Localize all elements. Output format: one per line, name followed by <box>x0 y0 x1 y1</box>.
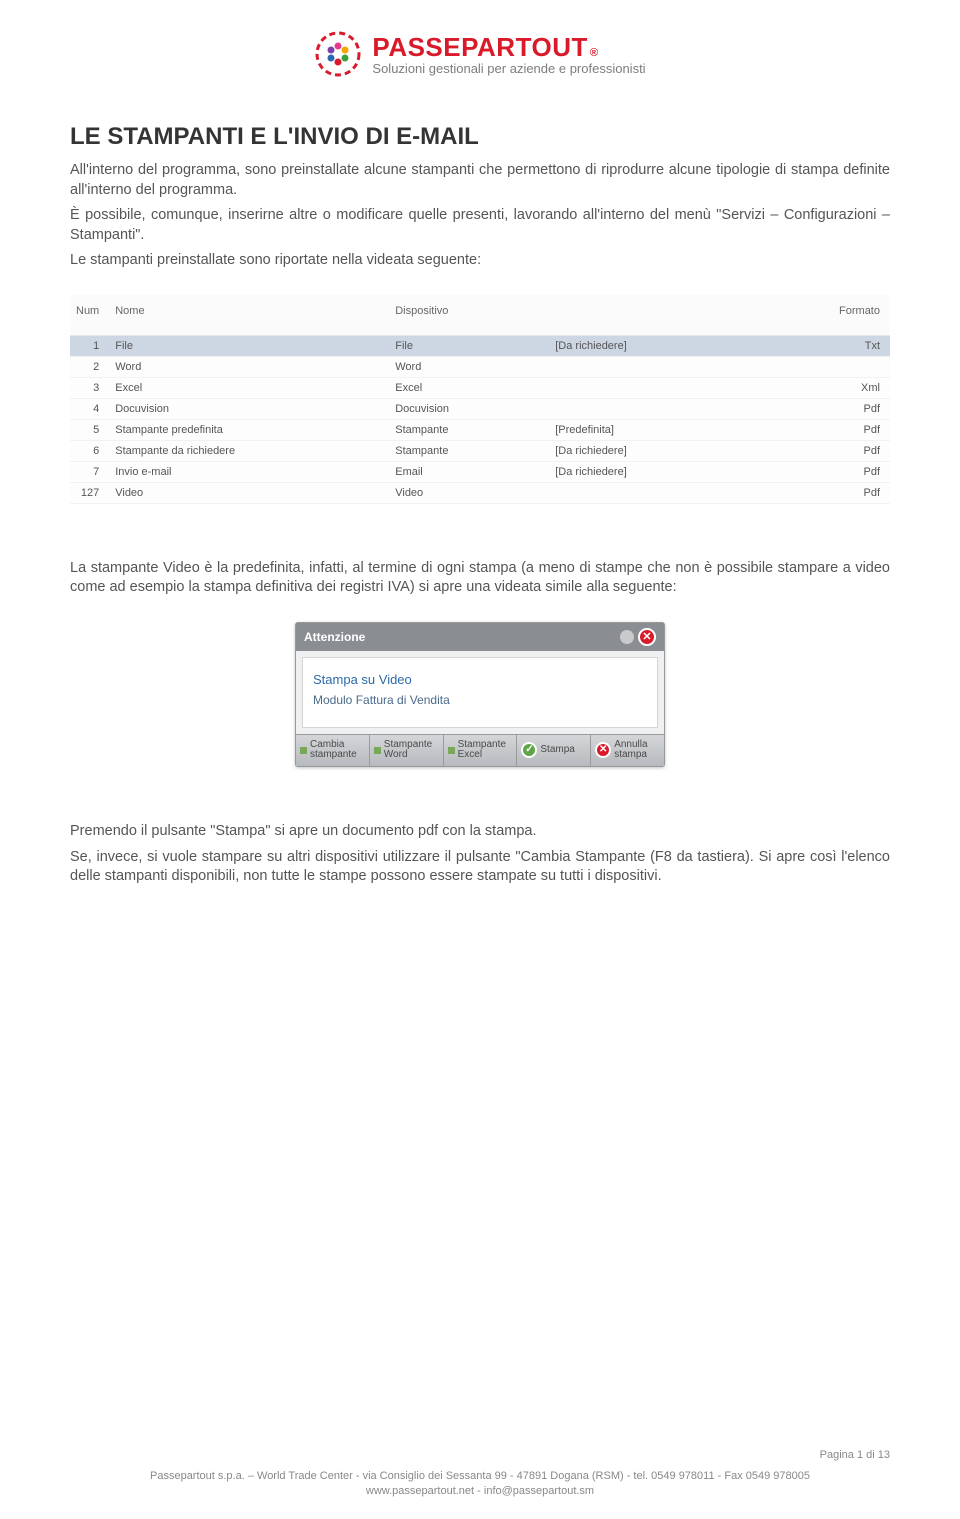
cell-fmt: Pdf <box>749 482 890 503</box>
cell-num: 6 <box>70 440 109 461</box>
paragraph-intro-3: Le stampanti preinstallate sono riportat… <box>70 251 890 271</box>
annulla-stampa-button[interactable]: ✕Annulla stampa <box>591 735 664 766</box>
cell-nome: Invio e-mail <box>109 461 389 482</box>
col-header-num: Num <box>70 295 109 336</box>
paragraph-intro-2: È possibile, comunque, inserirne altre o… <box>70 206 890 245</box>
cell-opt <box>549 482 749 503</box>
table-header-row: Num Nome Dispositivo Formato <box>70 295 890 336</box>
paragraph-cambia: Se, invece, si vuole stampare su altri d… <box>70 848 890 887</box>
cell-fmt: Txt <box>749 335 890 356</box>
cell-disp: Docuvision <box>389 398 549 419</box>
cell-nome: Stampante da richiedere <box>109 440 389 461</box>
cell-fmt: Pdf <box>749 419 890 440</box>
brand-tagline: Soluzioni gestionali per aziende e profe… <box>372 61 645 76</box>
cell-opt: [Da richiedere] <box>549 335 749 356</box>
cell-nome: Excel <box>109 377 389 398</box>
printers-table: Num Nome Dispositivo Formato 1FileFile[D… <box>70 295 890 504</box>
stampante-word-button[interactable]: Stampante Word <box>370 735 444 766</box>
cell-nome: Docuvision <box>109 398 389 419</box>
stampa-button[interactable]: ✓Stampa <box>517 735 591 766</box>
table-row[interactable]: 1FileFile[Da richiedere]Txt <box>70 335 890 356</box>
logo-icon <box>314 30 362 78</box>
cell-disp: Excel <box>389 377 549 398</box>
cell-opt: [Da richiedere] <box>549 440 749 461</box>
paragraph-intro-1: All'interno del programma, sono preinsta… <box>70 161 890 200</box>
cell-disp: Stampante <box>389 440 549 461</box>
cell-num: 3 <box>70 377 109 398</box>
cell-nome: Video <box>109 482 389 503</box>
cell-num: 127 <box>70 482 109 503</box>
cell-fmt: Pdf <box>749 461 890 482</box>
cell-opt <box>549 377 749 398</box>
header-logo: PASSEPARTOUT® Soluzioni gestionali per a… <box>70 30 890 83</box>
cell-disp: Email <box>389 461 549 482</box>
cell-num: 5 <box>70 419 109 440</box>
cell-fmt: Pdf <box>749 398 890 419</box>
dialog-message-2: Modulo Fattura di Vendita <box>313 693 647 707</box>
cell-nome: Stampante predefinita <box>109 419 389 440</box>
dialog-minimize-icon[interactable] <box>620 630 634 644</box>
dialog-title-text: Attenzione <box>304 630 365 644</box>
dialog-message-1: Stampa su Video <box>313 672 647 687</box>
cell-opt: [Predefinita] <box>549 419 749 440</box>
cell-fmt: Xml <box>749 377 890 398</box>
table-row[interactable]: 127VideoVideoPdf <box>70 482 890 503</box>
cell-opt <box>549 398 749 419</box>
page-title: LE STAMPANTI E L'INVIO DI E-MAIL <box>70 123 890 151</box>
dialog-titlebar: Attenzione ✕ <box>296 623 664 651</box>
table-row[interactable]: 5Stampante predefinitaStampante[Predefin… <box>70 419 890 440</box>
table-row[interactable]: 6Stampante da richiedereStampante[Da ric… <box>70 440 890 461</box>
table-row[interactable]: 7Invio e-mailEmail[Da richiedere]Pdf <box>70 461 890 482</box>
col-header-nome: Nome <box>109 295 389 336</box>
cell-opt: [Da richiedere] <box>549 461 749 482</box>
cell-disp: File <box>389 335 549 356</box>
cell-num: 7 <box>70 461 109 482</box>
cell-disp: Video <box>389 482 549 503</box>
dialog-body: Stampa su Video Modulo Fattura di Vendit… <box>302 657 658 728</box>
footer-address: Passepartout s.p.a. – World Trade Center… <box>70 1469 890 1484</box>
col-header-dispositivo: Dispositivo <box>389 295 549 336</box>
cell-disp: Word <box>389 356 549 377</box>
cambia-stampante-button[interactable]: Cambia stampante <box>296 735 370 766</box>
cell-num: 2 <box>70 356 109 377</box>
cell-fmt <box>749 356 890 377</box>
page-footer: Pagina 1 di 13 Passepartout s.p.a. – Wor… <box>70 1448 890 1499</box>
cell-fmt: Pdf <box>749 440 890 461</box>
col-header-option <box>549 295 749 336</box>
col-header-formato: Formato <box>749 295 890 336</box>
cell-disp: Stampante <box>389 419 549 440</box>
cell-num: 1 <box>70 335 109 356</box>
cell-nome: File <box>109 335 389 356</box>
stampante-excel-button[interactable]: Stampante Excel <box>444 735 518 766</box>
cell-opt <box>549 356 749 377</box>
page-number: Pagina 1 di 13 <box>70 1448 890 1463</box>
dialog-close-icon[interactable]: ✕ <box>638 628 656 646</box>
dialog-button-bar: Cambia stampante Stampante Word Stampant… <box>296 734 664 766</box>
paragraph-stampa: Premendo il pulsante "Stampa" si apre un… <box>70 822 890 842</box>
cell-nome: Word <box>109 356 389 377</box>
paragraph-video: La stampante Video è la predefinita, inf… <box>70 559 890 598</box>
footer-contact: www.passepartout.net - info@passepartout… <box>70 1484 890 1499</box>
table-row[interactable]: 4DocuvisionDocuvisionPdf <box>70 398 890 419</box>
brand-name: PASSEPARTOUT® <box>372 32 645 63</box>
attention-dialog: Attenzione ✕ Stampa su Video Modulo Fatt… <box>295 622 665 767</box>
cell-num: 4 <box>70 398 109 419</box>
table-row[interactable]: 3ExcelExcelXml <box>70 377 890 398</box>
table-row[interactable]: 2WordWord <box>70 356 890 377</box>
